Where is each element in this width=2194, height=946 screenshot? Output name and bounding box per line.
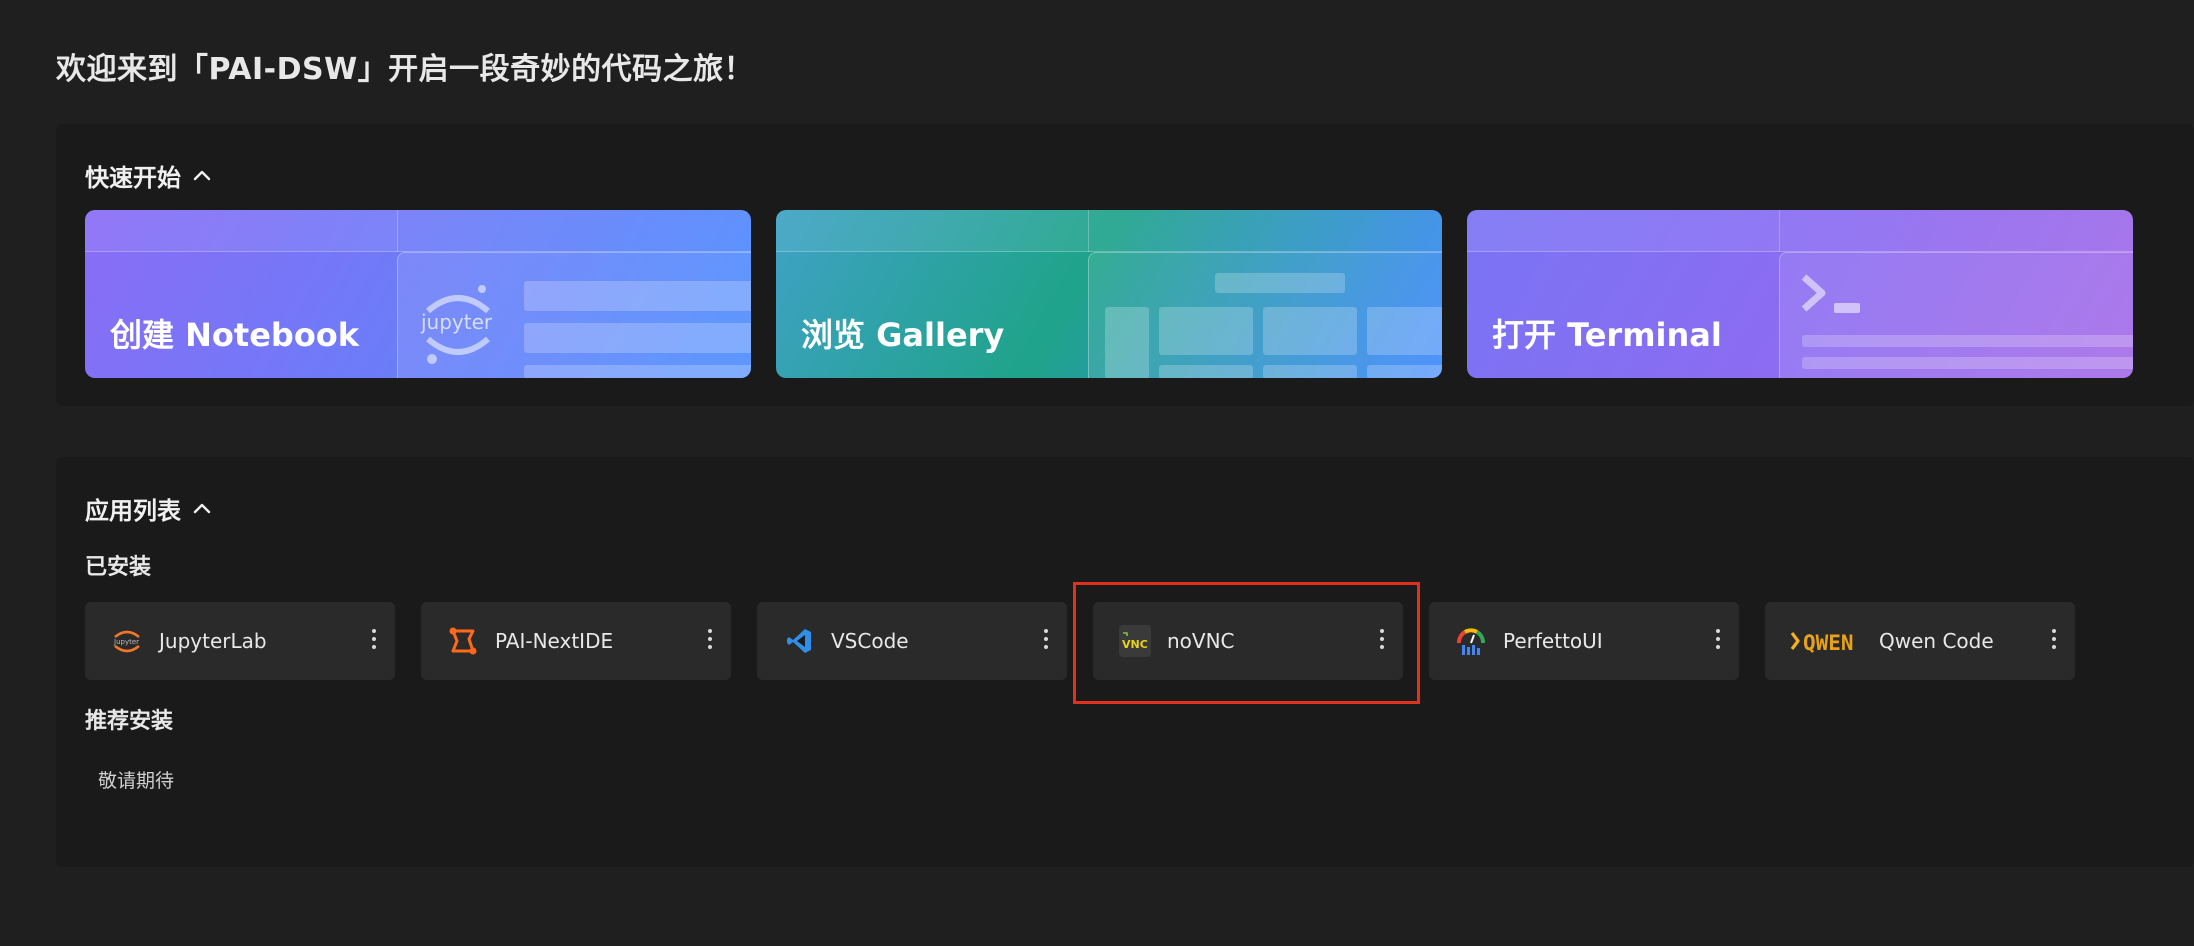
notebook-illustration: jupyter <box>397 252 751 378</box>
jupyter-logo-icon: jupyter <box>420 285 493 364</box>
vscode-icon <box>781 623 817 659</box>
open-terminal-card[interactable]: 打开 Terminal <box>1467 210 2133 378</box>
chevron-up-icon[interactable] <box>191 165 213 187</box>
chevron-up-icon[interactable] <box>191 498 213 520</box>
quick-start-title: 快速开始 <box>85 164 181 192</box>
apps-title: 应用列表 <box>85 497 181 525</box>
app-tile-qwen-code[interactable]: QWEN Qwen Code <box>1765 602 2075 680</box>
create-notebook-card[interactable]: jupyter 创建 Notebook <box>85 210 751 378</box>
installed-heading: 已安装 <box>85 555 152 580</box>
more-options-icon[interactable] <box>1043 629 1049 653</box>
jupyter-icon: Jupyter <box>109 623 145 659</box>
quick-start-header[interactable]: 快速开始 <box>85 158 213 193</box>
gallery-illustration <box>1088 252 1442 378</box>
app-tile-perfettoui[interactable]: PerfettoUI <box>1429 602 1739 680</box>
app-name: PerfettoUI <box>1503 629 1603 653</box>
page-title: 欢迎来到「PAI-DSW」开启一段奇妙的代码之旅！ <box>56 52 755 87</box>
recommended-heading: 推荐安装 <box>85 709 174 734</box>
more-options-icon[interactable] <box>1715 629 1721 653</box>
jupyter-icon-text: Jupyter <box>113 638 139 646</box>
highlight-box <box>1073 582 1420 704</box>
browse-gallery-card[interactable]: 浏览 Gallery <box>776 210 1442 378</box>
quick-start-panel: 快速开始 jupyter 创建 Notebook 浏览 Gallery 打开 T… <box>56 124 2194 406</box>
more-options-icon[interactable] <box>707 629 713 653</box>
browse-gallery-label: 浏览 Gallery <box>801 316 1005 354</box>
apps-header[interactable]: 应用列表 <box>85 491 213 526</box>
app-name: Qwen Code <box>1879 629 1994 653</box>
create-notebook-label: 创建 Notebook <box>110 316 360 354</box>
coming-soon-text: 敬请期待 <box>98 770 175 792</box>
qwen-icon-text: QWEN <box>1803 631 1854 655</box>
more-options-icon[interactable] <box>2051 629 2057 653</box>
card-band <box>1467 210 2133 252</box>
qwen-icon: QWEN <box>1789 623 1869 659</box>
card-band <box>85 210 751 252</box>
terminal-prompt-icon <box>1801 274 1860 313</box>
more-options-icon[interactable] <box>371 629 377 653</box>
card-band <box>776 210 1442 252</box>
app-tile-pai-nextide[interactable]: PAI-NextIDE <box>421 602 731 680</box>
app-tile-jupyterlab[interactable]: Jupyter JupyterLab <box>85 602 395 680</box>
app-name: VSCode <box>831 629 909 653</box>
app-name: JupyterLab <box>159 629 267 653</box>
app-name: PAI-NextIDE <box>495 629 614 653</box>
perfetto-icon <box>1453 623 1489 659</box>
nextide-icon <box>445 623 481 659</box>
app-tile-vscode[interactable]: VSCode <box>757 602 1067 680</box>
terminal-illustration <box>1779 252 2133 378</box>
jupyter-logo-text: jupyter <box>420 310 493 334</box>
open-terminal-label: 打开 Terminal <box>1492 316 1722 354</box>
